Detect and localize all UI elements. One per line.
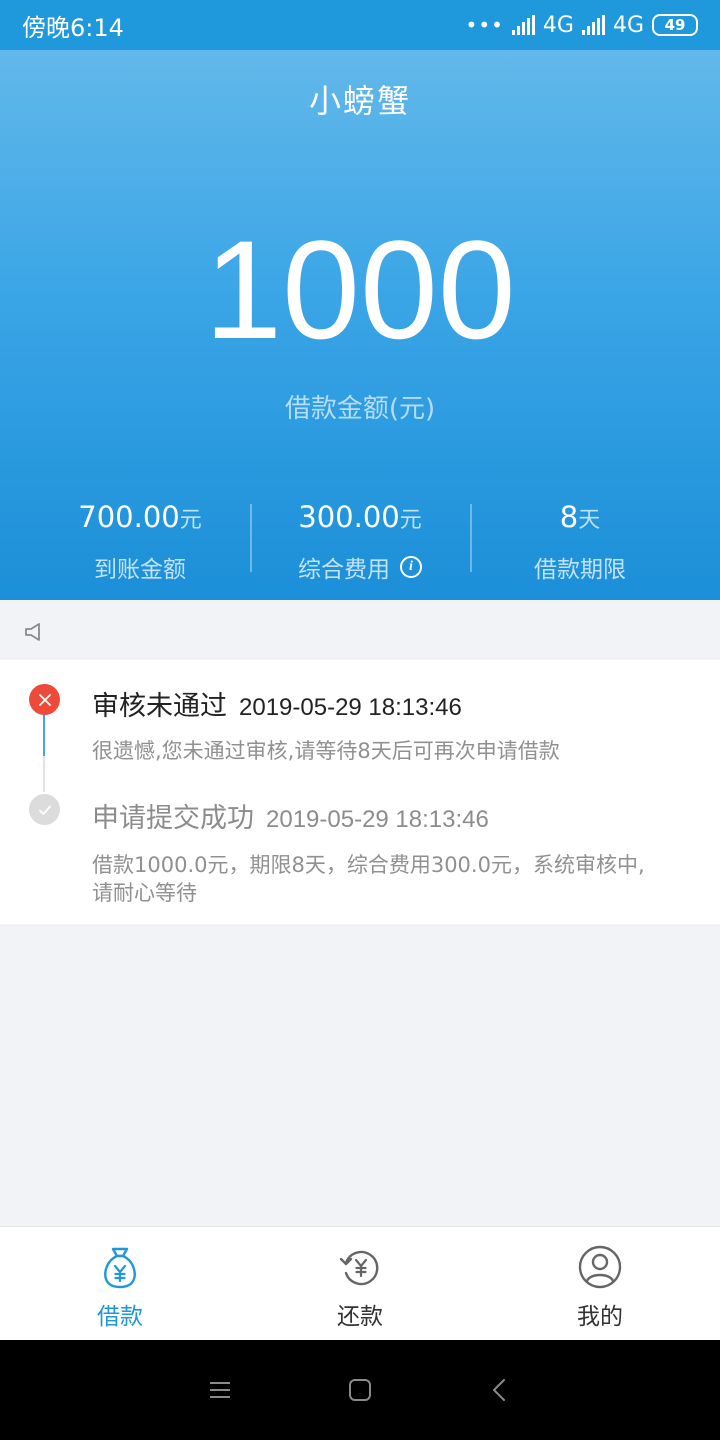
stat-unit: 元 [179,508,202,533]
status-indicators: ••• 4G 4G 49 [466,13,698,38]
application-timeline: 审核未通过 2019-05-29 18:13:46 很遗憾,您未通过审核,请等待… [0,660,720,924]
tab-label: 借款 [97,1304,143,1330]
timeline-timestamp: 2019-05-29 18:13:46 [239,694,462,721]
stat-label: 综合费用 [298,557,390,583]
back-icon [493,1379,505,1401]
tab-repay[interactable]: 还款 [240,1227,480,1340]
speaker-icon [25,623,40,641]
stat-label: 到账金额 [94,557,186,583]
loan-amount: 1000 [204,211,516,368]
network-type-2: 4G [612,12,644,38]
timeline-item-rejected: 审核未通过 2019-05-29 18:13:46 很遗憾,您未通过审核,请等待… [92,684,692,765]
system-nav-bar [0,1340,720,1440]
bottom-tab-bar: 借款 还款 我的 [0,1226,720,1340]
timeline-title: 申请提交成功 [92,803,254,834]
loan-stats: 700.00元 到账金额 300.00元 综合费用 i 8天 借款期限 [30,498,690,583]
timeline-connector [43,756,45,792]
timeline-description-line: 借款1000.0元，期限8天，综合费用300.0元，系统审核中, [92,853,645,877]
info-icon[interactable]: i [400,556,422,578]
timeline-description: 借款1000.0元，期限8天，综合费用300.0元，系统审核中, 请耐心等待 [92,851,692,907]
timeline-timestamp: 2019-05-29 18:13:46 [266,806,489,833]
stat-value: 8 [559,500,579,534]
timeline-description-line: 请耐心等待 [92,881,197,905]
timeline-description: 很遗憾,您未通过审核,请等待8天后可再次申请借款 [92,739,560,763]
check-icon [38,805,51,815]
stat-loan-term: 8天 借款期限 [470,498,690,583]
timeline-title: 审核未通过 [92,691,227,722]
timeline-item-submitted: 申请提交成功 2019-05-29 18:13:46 借款1000.0元，期限8… [92,796,692,907]
home-icon [349,1379,371,1401]
loan-summary-header: 小螃蟹 1000 借款金额(元) 700.00元 到账金额 300.00元 综合… [0,50,720,600]
page-title: 小螃蟹 [308,82,411,120]
repay-icon [339,1250,379,1286]
tab-mine[interactable]: 我的 [480,1227,720,1340]
rejected-status-icon [29,684,60,715]
back-button[interactable] [480,1370,520,1410]
tab-label: 还款 [337,1304,383,1330]
stat-total-fee: 300.00元 综合费用 i [250,498,470,583]
stat-value: 700.00 [78,500,180,534]
stat-value: 300.00 [298,500,400,534]
stat-received-amount: 700.00元 到账金额 [30,498,250,583]
stat-unit: 元 [399,508,422,533]
tab-borrow[interactable]: 借款 [0,1227,240,1340]
status-bar: 傍晚6:14 ••• 4G 4G 49 [0,0,720,50]
menu-icon [210,1382,230,1398]
network-type-1: 4G [542,12,574,38]
signal-icon [511,15,535,35]
loan-amount-label: 借款金额(元) [284,394,436,424]
battery-icon: 49 [652,14,698,36]
profile-icon [578,1245,622,1289]
status-time: 傍晚6:14 [22,13,124,42]
close-icon [38,693,51,706]
money-bag-icon [104,1247,136,1289]
menu-button[interactable] [200,1370,240,1410]
more-dots-icon: ••• [465,13,504,37]
submitted-status-icon [29,794,60,825]
notice-bar[interactable] [0,600,720,660]
stat-unit: 天 [578,508,601,533]
home-button[interactable] [340,1370,380,1410]
tab-label: 我的 [577,1304,623,1330]
signal-icon [581,15,605,35]
stat-label: 借款期限 [534,557,626,583]
